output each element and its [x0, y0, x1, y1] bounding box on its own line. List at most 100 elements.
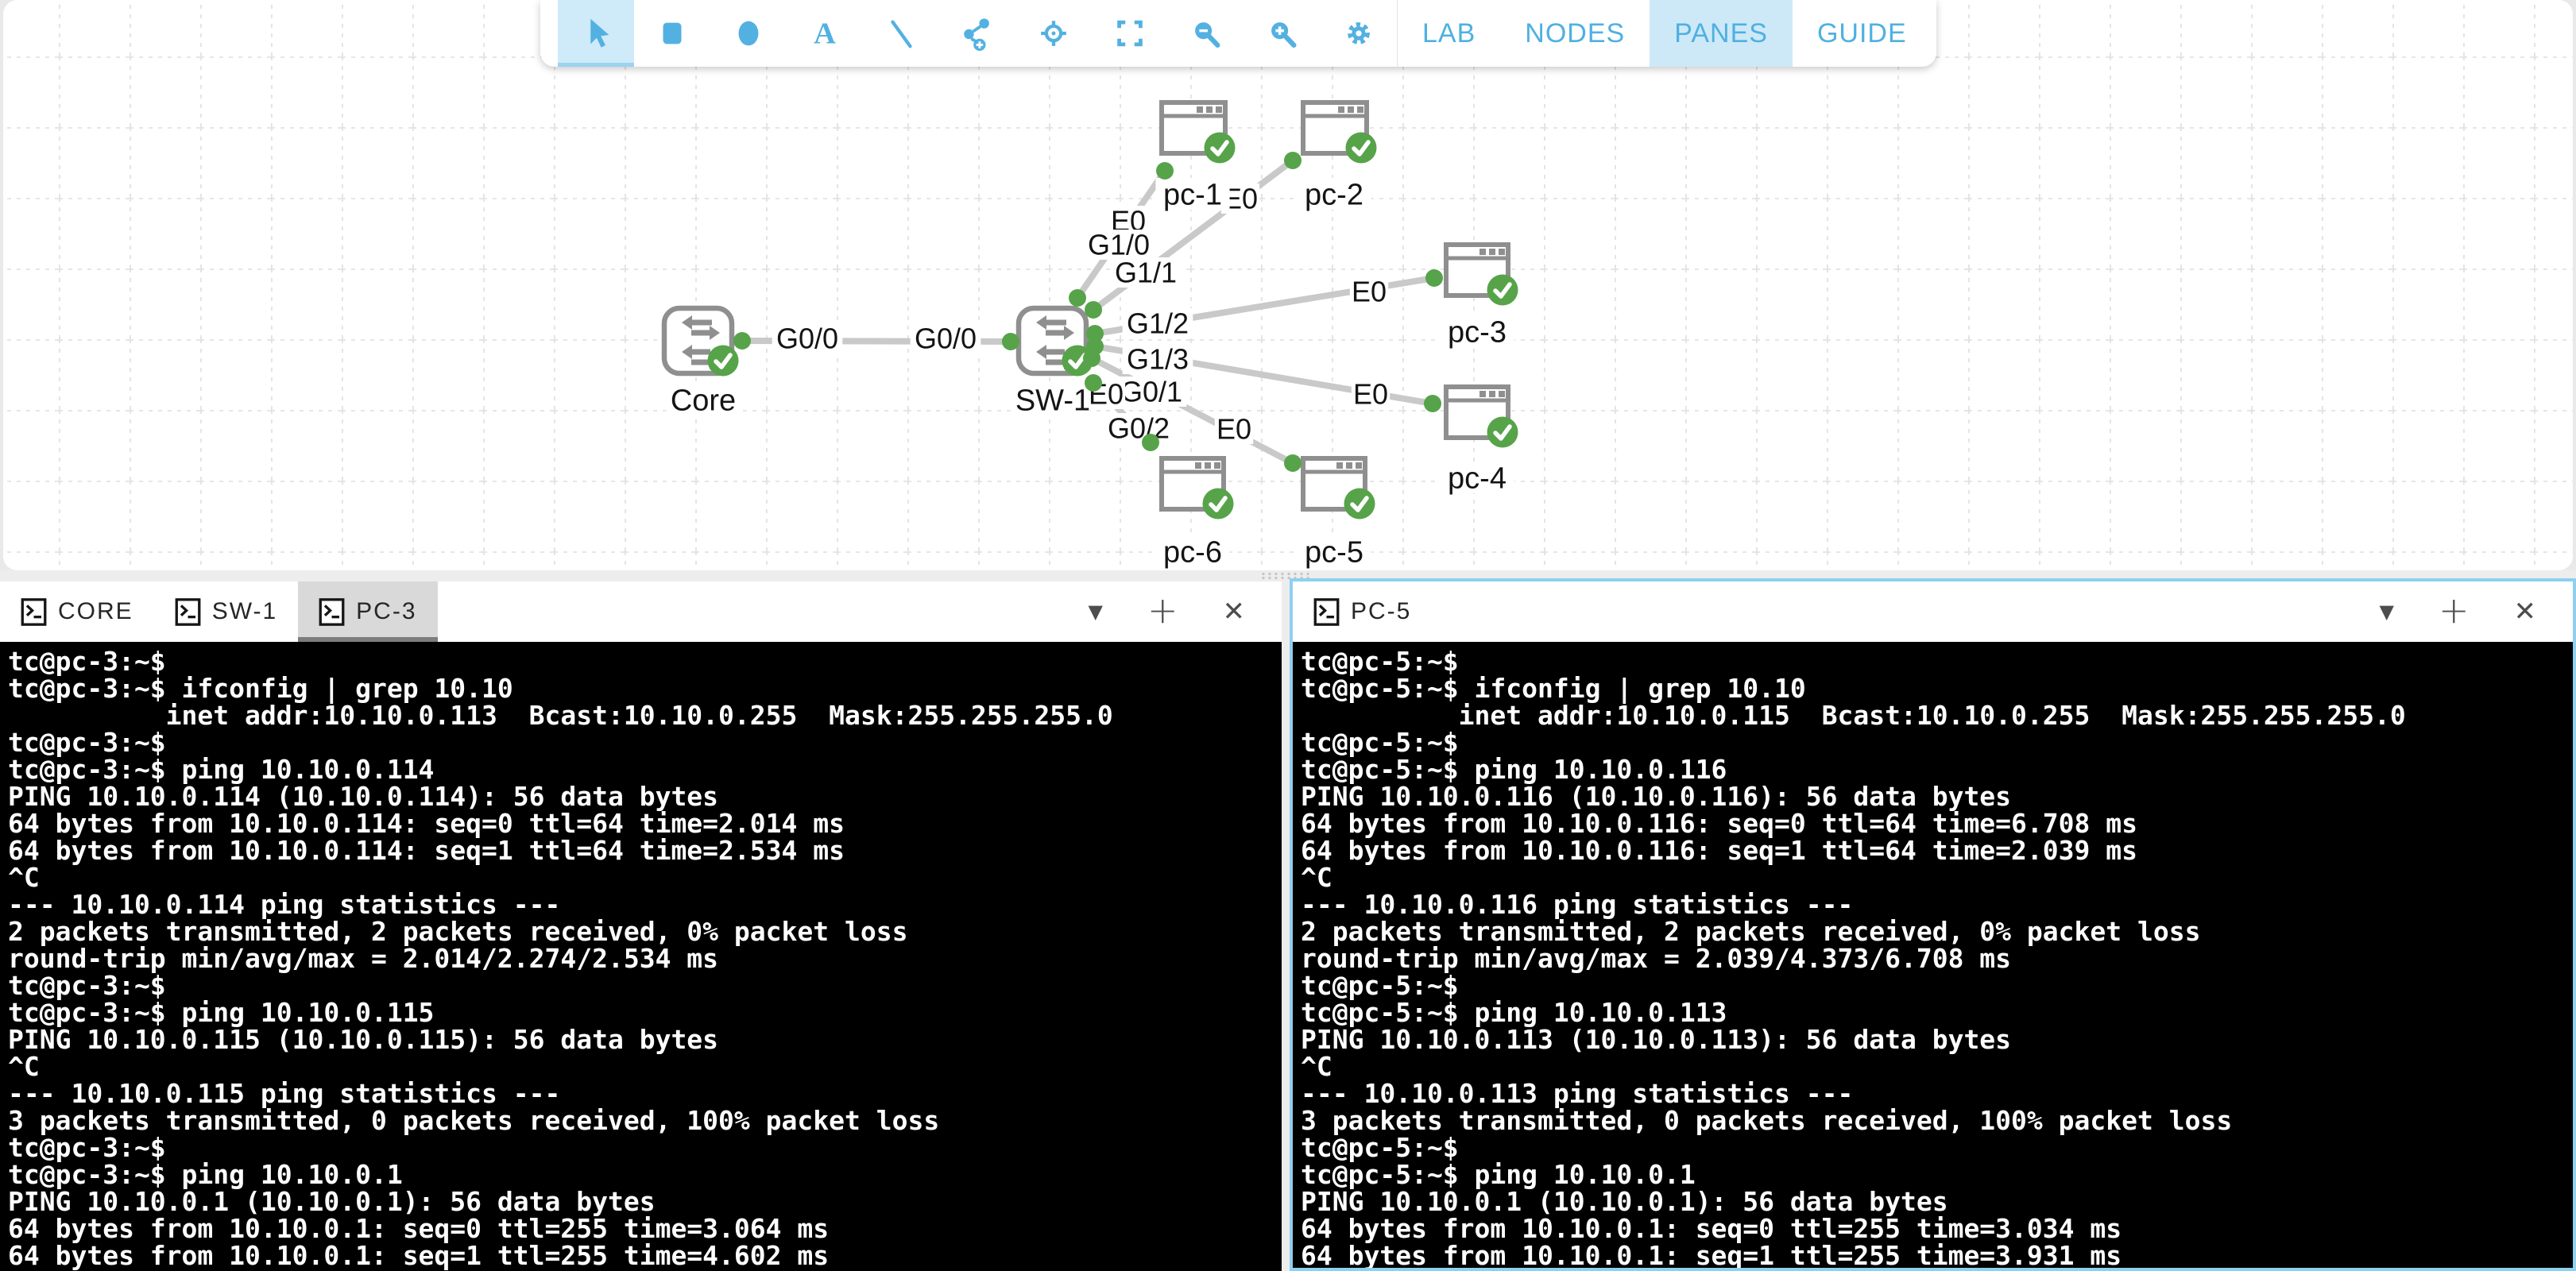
label: G0/1 [1116, 376, 1187, 408]
label: pc-6 [1155, 535, 1229, 569]
port-dot [1425, 269, 1443, 287]
tool-fit-screen-button[interactable] [1092, 0, 1168, 67]
port-dot [1156, 162, 1174, 180]
label: pc-1 [1155, 178, 1229, 211]
label: pc-5 [1297, 535, 1371, 569]
tool-add-node-button[interactable] [939, 0, 1015, 67]
right-pane-controls: ▼ + ✕ [2379, 581, 2536, 642]
terminal-tab-label: CORE [58, 598, 133, 625]
node-pc-6[interactable] [1162, 458, 1234, 520]
tool-zoom-out-button[interactable] [1168, 0, 1244, 67]
terminal-tab-core[interactable]: CORE [0, 581, 154, 642]
collapse-pane-button[interactable]: ▼ [2379, 602, 2393, 621]
tab-lab[interactable]: LAB [1398, 0, 1500, 67]
svg-text:Core: Core [671, 384, 736, 417]
tool-zoom-in-button[interactable] [1244, 0, 1321, 67]
tool-ellipse-button[interactable] [710, 0, 787, 67]
crosshair-icon [1035, 15, 1072, 52]
tool-text-button[interactable]: A [787, 0, 863, 67]
svg-text:pc-4: pc-4 [1448, 462, 1507, 495]
svg-text:E0: E0 [1352, 276, 1387, 308]
label: G1/3 [1123, 343, 1193, 376]
close-pane-button[interactable]: ✕ [2514, 598, 2537, 625]
add-tab-button[interactable]: + [2439, 592, 2470, 628]
svg-text:SW-1: SW-1 [1015, 384, 1090, 417]
text-icon: A [806, 15, 843, 52]
status-ok-icon [1346, 133, 1377, 164]
terminal-icon [175, 597, 201, 627]
label: G0/0 [911, 323, 981, 355]
node-pc-3[interactable] [1446, 245, 1518, 306]
port-dot [1002, 333, 1019, 350]
add-tab-button[interactable]: + [1147, 592, 1178, 628]
terminal-tab-label: PC-5 [1351, 598, 1411, 625]
left-pane-tabs: CORE SW-1 PC-3 [0, 581, 438, 642]
tabbar-spacer [438, 581, 1089, 642]
tool-line-button[interactable] [863, 0, 939, 67]
fit-screen-icon [1112, 15, 1148, 52]
node-pc-4[interactable] [1446, 387, 1518, 448]
svg-text:A: A [814, 17, 836, 50]
zoom-out-icon [1188, 15, 1224, 52]
node-pc-5[interactable] [1303, 458, 1375, 520]
tool-rectangle-button[interactable] [634, 0, 710, 67]
svg-text:pc-3: pc-3 [1448, 315, 1507, 349]
svg-text:G0/0: G0/0 [776, 323, 838, 355]
collapse-pane-button[interactable]: ▼ [1088, 602, 1102, 621]
port-dot [1083, 350, 1100, 367]
port-dot [1284, 152, 1302, 169]
terminal-pane-right: PC-5 ▼ + ✕ tc@pc-5:~$ tc@pc-5:~$ ifconfi… [1290, 578, 2576, 1271]
topology-diagram: G0/0G0/0E0G1/0G1/1E0G1/2E0G1/3E0G0/1E0E0… [3, 0, 2573, 570]
svg-text:pc-6: pc-6 [1163, 535, 1222, 569]
node-pc-2[interactable] [1303, 102, 1377, 164]
port-dot [1424, 395, 1441, 412]
port-dot [1085, 374, 1102, 392]
tool-pointer-button[interactable] [558, 0, 634, 67]
port-dot [1284, 454, 1302, 472]
status-ok-icon [1344, 489, 1375, 520]
svg-text:pc-2: pc-2 [1305, 178, 1363, 211]
close-pane-button[interactable]: ✕ [1223, 598, 1246, 625]
tool-crosshair-button[interactable] [1015, 0, 1092, 67]
svg-text:G0/2: G0/2 [1108, 412, 1170, 445]
status-ok-icon [1487, 275, 1518, 306]
left-pane-controls: ▼ + ✕ [1088, 581, 1245, 642]
terminal-tab-label: SW-1 [212, 598, 277, 625]
status-ok-icon [1203, 489, 1234, 520]
svg-text:G0/0: G0/0 [915, 323, 977, 355]
terminal-tab-sw-1[interactable]: SW-1 [154, 581, 298, 642]
settings-icon [1340, 15, 1377, 52]
svg-text:G1/3: G1/3 [1127, 343, 1189, 376]
node-sw-1[interactable] [1019, 308, 1093, 377]
tab-guide[interactable]: GUIDE [1793, 0, 1932, 67]
line-icon [883, 15, 919, 52]
tool-settings-button[interactable] [1321, 0, 1397, 67]
status-ok-icon [1205, 133, 1236, 164]
status-ok-icon [708, 346, 739, 377]
tab-panes[interactable]: PANES [1650, 0, 1793, 67]
vertical-splitter[interactable] [1282, 581, 1290, 1271]
svg-text:pc-1: pc-1 [1163, 178, 1222, 211]
ellipse-icon [730, 15, 767, 52]
tab-nodes[interactable]: NODES [1500, 0, 1650, 67]
label: pc-4 [1440, 462, 1514, 495]
status-ok-icon [1487, 417, 1518, 448]
terminal-icon [319, 597, 345, 627]
tool-group: A [540, 0, 1397, 67]
node-pc-1[interactable] [1162, 102, 1236, 164]
port-dot [1069, 289, 1086, 307]
terminal-tab-pc-3[interactable]: PC-3 [298, 581, 437, 642]
left-pane-tabbar: CORE SW-1 PC-3 ▼ + ✕ [0, 581, 1282, 642]
svg-text:G1/1: G1/1 [1115, 257, 1177, 289]
svg-text:G0/1: G0/1 [1120, 376, 1182, 408]
terminal-output-pc-3[interactable]: tc@pc-3:~$ tc@pc-3:~$ ifconfig | grep 10… [0, 642, 1282, 1271]
terminal-icon [1313, 597, 1340, 627]
label: G0/2 [1104, 412, 1174, 445]
topology-canvas[interactable]: G0/0G0/0E0G1/0G1/1E0G1/2E0G1/3E0G0/1E0E0… [3, 0, 2573, 570]
port-dot [1142, 434, 1159, 451]
right-pane-tabbar: PC-5 ▼ + ✕ [1293, 581, 2573, 642]
pointer-icon [578, 15, 614, 52]
node-core[interactable] [664, 308, 739, 377]
terminal-output-pc-5[interactable]: tc@pc-5:~$ tc@pc-5:~$ ifconfig | grep 10… [1293, 642, 2573, 1268]
terminal-tab-pc-5[interactable]: PC-5 [1293, 581, 1432, 642]
